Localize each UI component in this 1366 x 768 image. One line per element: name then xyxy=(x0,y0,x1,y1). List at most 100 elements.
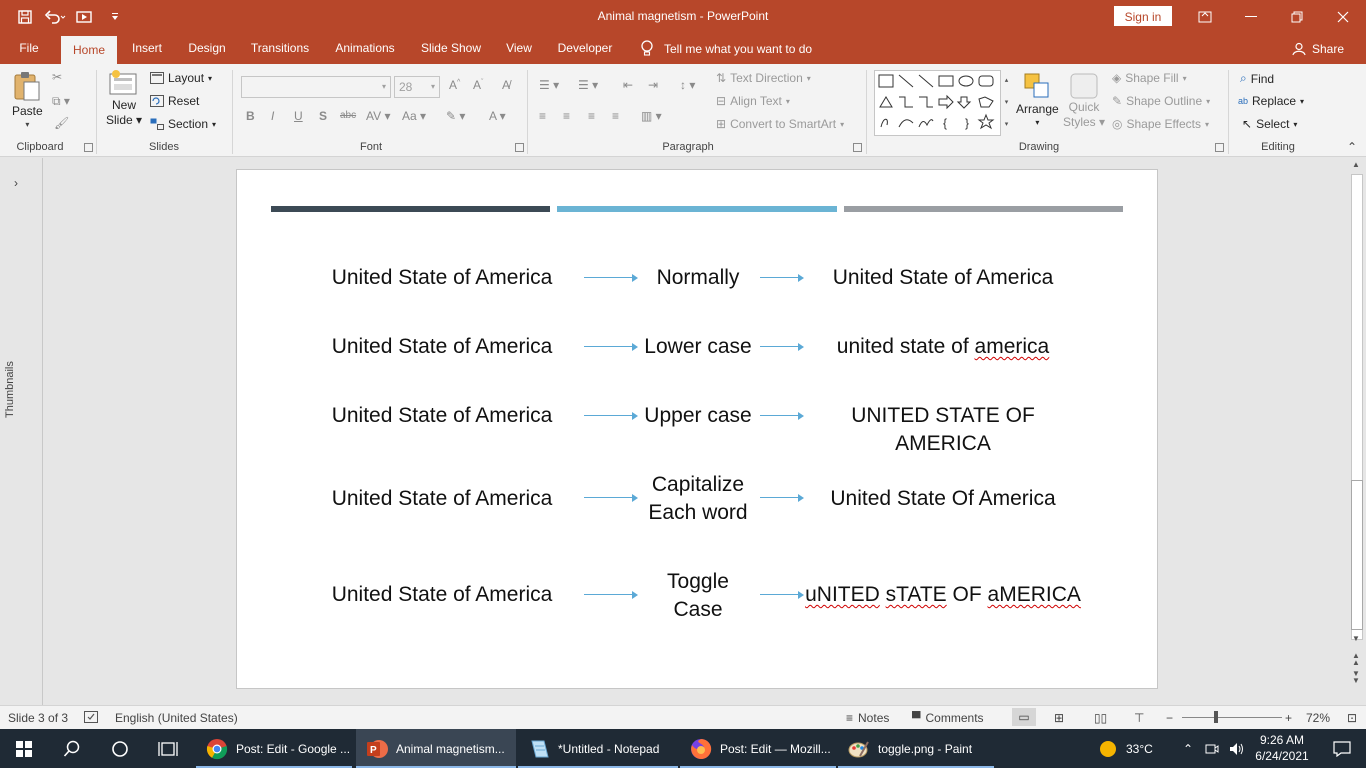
shapes-gallery[interactable]: {} xyxy=(874,70,1012,136)
reading-view-icon[interactable]: ▯▯ xyxy=(1094,711,1107,725)
shapes-gallery-scroll[interactable]: ▴ ▾ ▾ xyxy=(1000,70,1012,136)
zoom-slider-track[interactable] xyxy=(1182,717,1282,718)
drawing-launcher-icon[interactable] xyxy=(1215,143,1224,152)
zoom-out-icon[interactable]: − xyxy=(1166,711,1173,725)
zoom-in-icon[interactable]: + xyxy=(1285,711,1292,725)
numbering-icon[interactable]: ☰ ▾ xyxy=(578,78,598,92)
shape-effects-button[interactable]: ◎ Shape Effects ▾ xyxy=(1112,117,1209,131)
method-text[interactable]: Normally xyxy=(633,264,763,292)
cut-icon[interactable]: ✂ xyxy=(52,70,62,84)
justify-icon[interactable]: ≡ xyxy=(612,109,619,123)
underline-icon[interactable]: U xyxy=(294,109,303,123)
notification-icon[interactable] xyxy=(1318,729,1366,768)
tell-me-search[interactable]: Tell me what you want to do xyxy=(640,33,812,64)
scrollbar-thumb[interactable] xyxy=(1351,480,1363,630)
volume-icon[interactable] xyxy=(1224,729,1250,768)
restore-icon[interactable] xyxy=(1274,0,1320,33)
collapse-ribbon-icon[interactable]: ⌃ xyxy=(1347,140,1357,154)
tab-slide-show[interactable]: Slide Show xyxy=(414,33,488,64)
scroll-up-icon[interactable]: ▲ xyxy=(1352,160,1360,169)
character-spacing-icon[interactable]: AV ▾ xyxy=(366,109,390,123)
source-text[interactable]: United State of America xyxy=(297,264,587,292)
cortana-icon[interactable] xyxy=(96,729,144,768)
paragraph-launcher-icon[interactable] xyxy=(853,143,862,152)
find-button[interactable]: ⌕ Find xyxy=(1240,71,1274,86)
reset-button[interactable]: Reset xyxy=(150,94,199,108)
next-slide-icon[interactable]: ▼ ▼ xyxy=(1352,670,1360,685)
align-center-icon[interactable]: ≡ xyxy=(563,109,570,123)
source-text[interactable]: United State of America xyxy=(297,402,587,430)
method-text[interactable]: Upper case xyxy=(633,402,763,430)
quick-styles-button[interactable]: Quick Styles ▾ xyxy=(1063,72,1105,130)
bold-icon[interactable]: B xyxy=(246,109,255,123)
method-text[interactable]: Lower case xyxy=(633,333,763,361)
language-status[interactable]: English (United States) xyxy=(115,711,238,725)
normal-view-icon[interactable]: ▭ xyxy=(1012,708,1036,726)
align-text-button[interactable]: ⊟ Align Text ▾ xyxy=(716,94,790,108)
taskbar-item-paint[interactable]: toggle.png - Paint xyxy=(838,729,994,768)
highlight-icon[interactable]: ✎ ▾ xyxy=(446,109,465,123)
close-icon[interactable] xyxy=(1320,0,1366,33)
result-text[interactable]: UNITED STATE OF AMERICA xyxy=(803,402,1083,458)
font-name-combo[interactable]: ▾ xyxy=(241,76,391,98)
format-painter-icon[interactable]: 🖌 xyxy=(54,116,69,130)
taskbar-item-chrome[interactable]: Post: Edit - Google ... xyxy=(196,729,352,768)
tab-file[interactable]: File xyxy=(8,33,50,64)
share-button[interactable]: Share xyxy=(1292,33,1344,64)
decrease-indent-icon[interactable]: ⇤ xyxy=(623,78,633,92)
source-text[interactable]: United State of America xyxy=(297,581,587,609)
sign-in-button[interactable]: Sign in xyxy=(1114,6,1172,26)
font-color-icon[interactable]: A ▾ xyxy=(489,109,506,123)
tab-transitions[interactable]: Transitions xyxy=(244,33,316,64)
zoom-slider-thumb[interactable] xyxy=(1214,711,1218,723)
ribbon-display-options-icon[interactable] xyxy=(1182,0,1228,33)
taskbar-item-powerpoint[interactable]: P Animal magnetism... xyxy=(356,729,516,768)
font-launcher-icon[interactable] xyxy=(515,143,524,152)
method-text[interactable]: Toggle Case xyxy=(633,568,763,624)
italic-icon[interactable]: I xyxy=(271,109,274,123)
font-size-combo[interactable]: 28 ▾ xyxy=(394,76,440,98)
increase-indent-icon[interactable]: ⇥ xyxy=(648,78,658,92)
tab-developer[interactable]: Developer xyxy=(550,33,620,64)
previous-slide-icon[interactable]: ▲ ▲ xyxy=(1352,652,1360,667)
clipboard-launcher-icon[interactable] xyxy=(84,143,93,152)
slide-number-status[interactable]: Slide 3 of 3 xyxy=(8,711,68,725)
accessibility-icon[interactable] xyxy=(84,711,98,723)
shape-outline-button[interactable]: ✎ Shape Outline ▾ xyxy=(1112,94,1210,108)
minimize-icon[interactable] xyxy=(1228,0,1274,33)
select-button[interactable]: ↖ Select ▾ xyxy=(1242,117,1297,131)
text-shadow-icon[interactable]: S xyxy=(319,109,327,123)
task-view-icon[interactable] xyxy=(144,729,192,768)
paste-button[interactable]: Paste ▾ xyxy=(12,70,43,129)
result-text[interactable]: United State Of America xyxy=(803,485,1083,513)
shape-fill-button[interactable]: ◈ Shape Fill ▾ xyxy=(1112,71,1187,85)
source-text[interactable]: United State of America xyxy=(297,485,587,513)
clear-formatting-icon[interactable]: A̸ xyxy=(502,78,510,92)
vertical-scrollbar[interactable]: ▲ ▼ ▲ ▲ ▼ ▼ xyxy=(1348,158,1366,705)
tab-home[interactable]: Home xyxy=(61,36,117,64)
columns-icon[interactable]: ▥ ▾ xyxy=(641,109,662,123)
tab-animations[interactable]: Animations xyxy=(326,33,404,64)
fit-slide-icon[interactable]: ⊡ xyxy=(1347,711,1357,725)
notes-button[interactable]: ≡ Notes xyxy=(846,711,889,725)
weather-widget[interactable]: 33°C xyxy=(1098,729,1153,768)
increase-font-size-icon[interactable]: A^ xyxy=(449,78,460,92)
zoom-level[interactable]: 72% xyxy=(1306,711,1330,725)
windows-start-icon[interactable] xyxy=(0,729,48,768)
comments-button[interactable]: ▀ Comments xyxy=(912,711,984,725)
tab-design[interactable]: Design xyxy=(180,33,234,64)
slide[interactable]: United State of America Normally United … xyxy=(236,169,1158,689)
system-clock[interactable]: 9:26 AM 6/24/2021 xyxy=(1252,732,1312,764)
taskbar-item-firefox[interactable]: Post: Edit — Mozill... xyxy=(680,729,836,768)
search-icon[interactable] xyxy=(48,729,96,768)
slide-show-view-icon[interactable]: ⊤ xyxy=(1134,711,1144,725)
thumbnails-label[interactable]: Thumbnails xyxy=(4,361,16,418)
expand-thumbnails-icon[interactable]: › xyxy=(14,176,18,190)
decrease-font-size-icon[interactable]: Aˇ xyxy=(473,78,483,92)
line-spacing-icon[interactable]: ↕ ▾ xyxy=(680,78,695,92)
result-text[interactable]: uNITED sTATE OF aMERICA xyxy=(803,581,1083,609)
result-text[interactable]: United State of America xyxy=(803,264,1083,292)
method-text[interactable]: Capitalize Each word xyxy=(633,471,763,527)
arrange-button[interactable]: Arrange ▾ xyxy=(1016,72,1059,127)
scroll-down-icon[interactable]: ▼ xyxy=(1352,634,1360,643)
